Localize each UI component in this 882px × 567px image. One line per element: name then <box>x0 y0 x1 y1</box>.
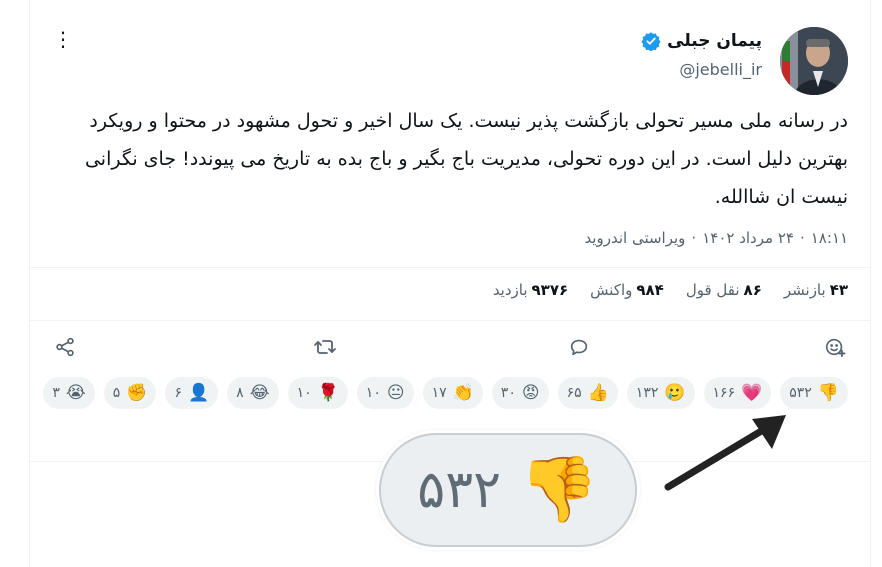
heart-icon: 💗 <box>741 382 763 403</box>
annotation-arrow-icon <box>664 415 786 491</box>
raised-fist-icon: ✊ <box>126 382 148 403</box>
reaction-count: ۵ <box>112 385 121 401</box>
thumbs-down-icon: 👎 <box>817 382 839 403</box>
neutral-face-icon: 😐 <box>386 382 405 403</box>
reaction-laughing[interactable]: 😂 ۸ <box>227 377 279 409</box>
reaction-count: ۱۷ <box>431 385 447 401</box>
reaction-count: ۳۰ <box>500 385 516 401</box>
avatar[interactable] <box>780 27 848 95</box>
author-handle[interactable]: @jebelli_ir <box>679 60 762 79</box>
tweet-time[interactable]: ۱۸:۱۱ <box>811 229 848 247</box>
laughing-face-icon: 😂 <box>249 382 270 403</box>
add-reaction-icon[interactable] <box>822 334 848 360</box>
tweet-stats: ۴۳بازنشر ۸۶نقل قول ۹۸۴واکنش ۹۳۷۶بازدید <box>493 281 848 299</box>
tweet-text: در رسانه ملی مسیر تحولی بازگشت پذیر نیست… <box>84 110 848 208</box>
reaction-count: ۵۳۲ <box>789 385 812 401</box>
reaction-raised-fist[interactable]: ✊ ۵ <box>103 377 157 409</box>
author-name-row[interactable]: پیمان جبلی <box>641 31 762 51</box>
reaction-count: ۶ <box>174 385 182 401</box>
stat-retweets[interactable]: ۴۳بازنشر <box>784 281 848 299</box>
divider <box>30 267 870 268</box>
reaction-count: ۳ <box>52 385 60 401</box>
reaction-angry[interactable]: 😡 ۳۰ <box>491 377 549 409</box>
clapping-icon: 👏 <box>452 382 474 403</box>
stat-quotes[interactable]: ۸۶نقل قول <box>686 281 762 299</box>
tweet-date[interactable]: ۲۴ مرداد ۱۴۰۲ <box>702 229 794 247</box>
person-icon: 👤 <box>188 382 210 403</box>
reaction-count: ۸ <box>236 385 244 401</box>
reaction-clapping[interactable]: 👏 ۱۷ <box>422 377 483 409</box>
reaction-count: ۱۳۲ <box>635 385 659 401</box>
reaction-count: ۱۰ <box>296 385 312 401</box>
zoomed-reaction-callout: 👎 ۵۳۲ <box>379 433 637 547</box>
reaction-rose[interactable]: 🌹 ۱۰ <box>287 377 348 409</box>
author-name[interactable]: پیمان جبلی <box>667 31 762 51</box>
reply-icon[interactable] <box>566 334 592 360</box>
angry-face-icon: 😡 <box>521 382 540 403</box>
reaction-person[interactable]: 👤 ۶ <box>165 377 219 409</box>
reaction-neutral[interactable]: 😐 ۱۰ <box>356 377 414 409</box>
reaction-thumbs-up[interactable]: 👍 ۶۵ <box>557 377 618 409</box>
stat-reactions[interactable]: ۹۸۴واکنش <box>590 281 664 299</box>
meta-separator: · <box>799 229 805 247</box>
meta-separator: · <box>691 229 697 247</box>
share-icon[interactable] <box>52 334 78 360</box>
action-bar <box>52 334 848 360</box>
tweet-meta: ۱۸:۱۱ · ۲۴ مرداد ۱۴۰۲ · ویراستی اندروید <box>584 229 848 247</box>
tweet-client: ویراستی اندروید <box>584 229 686 247</box>
more-options-icon[interactable]: ⋮ <box>52 28 74 50</box>
thumbs-down-icon: 👎 <box>519 453 599 527</box>
zoomed-reaction-count: ۵۳۲ <box>417 460 502 520</box>
thumbs-up-icon: 👍 <box>587 382 609 403</box>
verified-badge-icon <box>641 31 661 51</box>
retweet-icon[interactable] <box>312 334 338 360</box>
reaction-count: ۱۶۶ <box>712 385 736 401</box>
divider <box>30 320 870 321</box>
reaction-crying[interactable]: 😭 ۳ <box>43 377 95 409</box>
rose-icon: 🌹 <box>317 382 339 403</box>
reaction-count: ۱۰ <box>365 385 381 401</box>
reaction-count: ۶۵ <box>566 385 582 401</box>
crying-face-icon: 😭 <box>65 382 86 403</box>
smiling-tear-icon: 🥲 <box>664 382 686 403</box>
stat-views: ۹۳۷۶بازدید <box>492 281 569 299</box>
